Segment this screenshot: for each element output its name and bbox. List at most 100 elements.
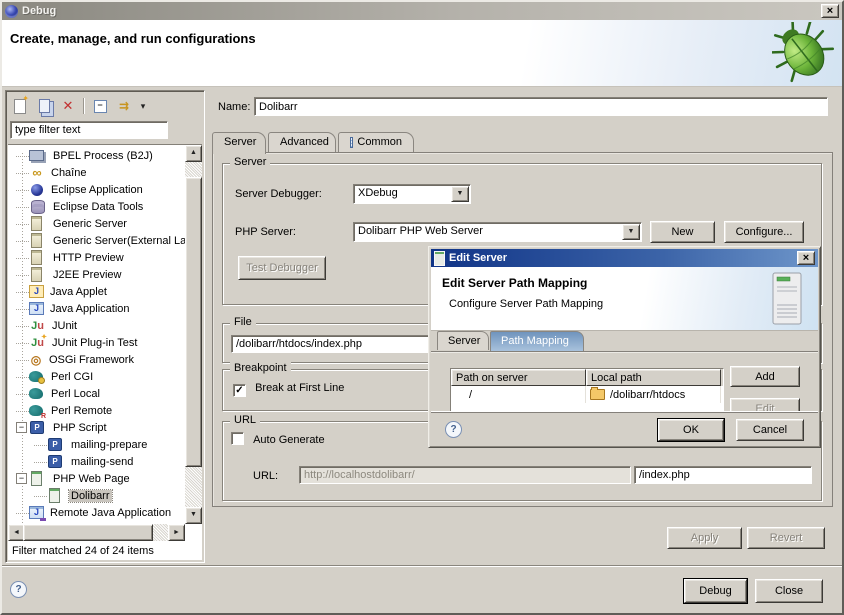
mapping-row[interactable]: //dolibarr/htdocs [451, 386, 723, 403]
tree-item-cha-ne[interactable]: ∞Chaîne [8, 164, 185, 181]
tree-item-label: Eclipse Data Tools [51, 201, 145, 213]
toolbar-menu-button[interactable]: ▾ [137, 96, 149, 116]
chevron-down-icon[interactable]: ▼ [451, 186, 469, 202]
tree-item-perl-cgi[interactable]: Perl CGI [8, 368, 185, 385]
scroll-down-icon[interactable]: ▼ [185, 507, 202, 524]
banner-title: Create, manage, and run configurations [10, 31, 256, 46]
tree-item-eclipse-application[interactable]: Eclipse Application [8, 181, 185, 198]
scroll-up-icon[interactable]: ▲ [185, 145, 202, 162]
test-debugger-button[interactable]: Test Debugger [238, 256, 326, 280]
tree-item-junit-plug-in-test[interactable]: Ju JUnit Plug-in Test [8, 334, 185, 351]
tree-connector [16, 343, 29, 344]
scroll-right-icon[interactable]: ► [168, 524, 185, 541]
window-close-button[interactable]: × [821, 4, 839, 18]
name-label: Name: [218, 101, 250, 113]
url-label: URL: [253, 470, 278, 482]
tree-item-junit[interactable]: JuJUnit [8, 317, 185, 334]
tree-item-http-preview[interactable]: HTTP Preview [8, 249, 185, 266]
edit-server-close-button[interactable]: × [797, 251, 815, 265]
tree-item-generic-server[interactable]: Generic Server [8, 215, 185, 232]
tree-item-label: JUnit Plug-in Test [50, 337, 139, 349]
url-path-input[interactable] [634, 466, 812, 484]
vertical-scroll-thumb[interactable] [185, 177, 202, 467]
config-tree-box: BPEL Process (B2J)∞ChaîneEclipse Applica… [8, 144, 202, 560]
chevron-down-icon[interactable]: ▼ [622, 224, 640, 240]
break-first-line-checkbox[interactable]: ✓ [233, 384, 246, 397]
help-icon[interactable]: ? [10, 581, 27, 598]
folder-icon [590, 389, 605, 400]
tree-item-php-script[interactable]: −PPHP Script [8, 419, 185, 436]
dialog-tab-server[interactable]: Server [437, 331, 489, 350]
tree-connector [16, 394, 29, 395]
tree-item-java-application[interactable]: JJava Application [8, 300, 185, 317]
tree-item-eclipse-data-tools[interactable]: Eclipse Data Tools [8, 198, 185, 215]
dialog-tab-path-mapping[interactable]: Path Mapping [490, 331, 584, 351]
new-configuration-icon [14, 99, 26, 114]
tab-advanced[interactable]: Advanced [268, 132, 336, 152]
tree-vertical-scrollbar[interactable]: ▲ ▼ [185, 145, 202, 524]
apply-button[interactable]: Apply [667, 527, 742, 549]
tree-item-remote-java-application[interactable]: JRemote Java Application [8, 504, 185, 521]
expander-minus-icon[interactable]: − [16, 422, 27, 433]
ok-button[interactable]: OK [658, 419, 724, 441]
delete-configuration-button[interactable]: ✕ [57, 96, 79, 116]
configure-server-button[interactable]: Configure... [724, 221, 804, 243]
chevron-down-icon: ▾ [141, 101, 146, 112]
tree-item-label: PHP Web Page [51, 473, 132, 485]
filter-configurations-button[interactable]: ⇉ [113, 96, 135, 116]
footer-separator [2, 565, 842, 567]
tab-server[interactable]: Server [212, 132, 266, 154]
tab-advanced-label: Advanced [280, 136, 329, 148]
tab-common[interactable]: Common [338, 132, 414, 152]
new-configuration-button[interactable] [9, 96, 31, 116]
collapse-all-button[interactable]: − [89, 96, 111, 116]
junit-plugin-icon: Ju [29, 336, 46, 350]
expander-minus-icon[interactable]: − [16, 473, 27, 484]
url-base-input[interactable] [299, 466, 631, 484]
column-local-path[interactable]: Local path [586, 369, 721, 386]
filter-input[interactable] [10, 121, 168, 139]
tree-item-perl-local[interactable]: Perl Local [8, 385, 185, 402]
duplicate-configuration-button[interactable] [33, 96, 55, 116]
debug-button[interactable]: Debug [684, 579, 747, 603]
cancel-button[interactable]: Cancel [736, 419, 804, 441]
collapse-all-icon: − [94, 100, 107, 113]
tree-item-label: Perl CGI [49, 371, 95, 383]
tree-connector [16, 258, 29, 259]
new-server-button[interactable]: New [650, 221, 715, 243]
tree-connector [16, 224, 29, 225]
tree-item-perl-remote[interactable]: Perl Remote [8, 402, 185, 419]
local-path-value: /dolibarr/htdocs [610, 389, 685, 401]
php-icon: P [48, 455, 62, 468]
horizontal-scroll-thumb[interactable] [23, 524, 153, 541]
eclipse-logo-icon [5, 5, 18, 18]
dialog-help-icon[interactable]: ? [445, 421, 462, 438]
revert-button[interactable]: Revert [747, 527, 825, 549]
php-server-combo[interactable]: Dolibarr PHP Web Server ▼ [353, 222, 642, 242]
server-debugger-combo[interactable]: XDebug ▼ [353, 184, 471, 204]
tree-item-label: Java Applet [48, 286, 109, 298]
chain-icon: ∞ [29, 166, 45, 180]
tree-item-java-applet[interactable]: JJava Applet [8, 283, 185, 300]
window-titlebar[interactable]: Debug × [2, 2, 842, 20]
column-path-on-server[interactable]: Path on server [451, 369, 586, 386]
eclipse-icon [31, 184, 43, 196]
dialog-tab-path-mapping-label: Path Mapping [501, 335, 569, 347]
tree-item-generic-server-external-la[interactable]: Generic Server(External La [8, 232, 185, 249]
tree-connector [16, 275, 29, 276]
tree-item-j2ee-preview[interactable]: J2EE Preview [8, 266, 185, 283]
tree-item-php-web-page[interactable]: − PHP Web Page [8, 470, 185, 487]
name-input[interactable] [254, 97, 828, 116]
tree-item-dolibarr[interactable]: Dolibarr [8, 487, 185, 504]
config-tree: BPEL Process (B2J)∞ChaîneEclipse Applica… [8, 145, 185, 524]
close-button[interactable]: Close [755, 579, 823, 603]
webpage-icon [49, 488, 60, 503]
tree-item-mailing-send[interactable]: Pmailing-send [8, 453, 185, 470]
tree-item-mailing-prepare[interactable]: Pmailing-prepare [8, 436, 185, 453]
auto-generate-checkbox[interactable] [231, 432, 244, 445]
edit-server-titlebar[interactable]: Edit Server × [431, 249, 818, 267]
tree-item-bpel-process-b2j[interactable]: BPEL Process (B2J) [8, 147, 185, 164]
add-mapping-button[interactable]: Add [730, 366, 800, 387]
tree-item-osgi-framework[interactable]: ◎OSGi Framework [8, 351, 185, 368]
tree-horizontal-scrollbar[interactable]: ◄ ► [8, 524, 185, 541]
